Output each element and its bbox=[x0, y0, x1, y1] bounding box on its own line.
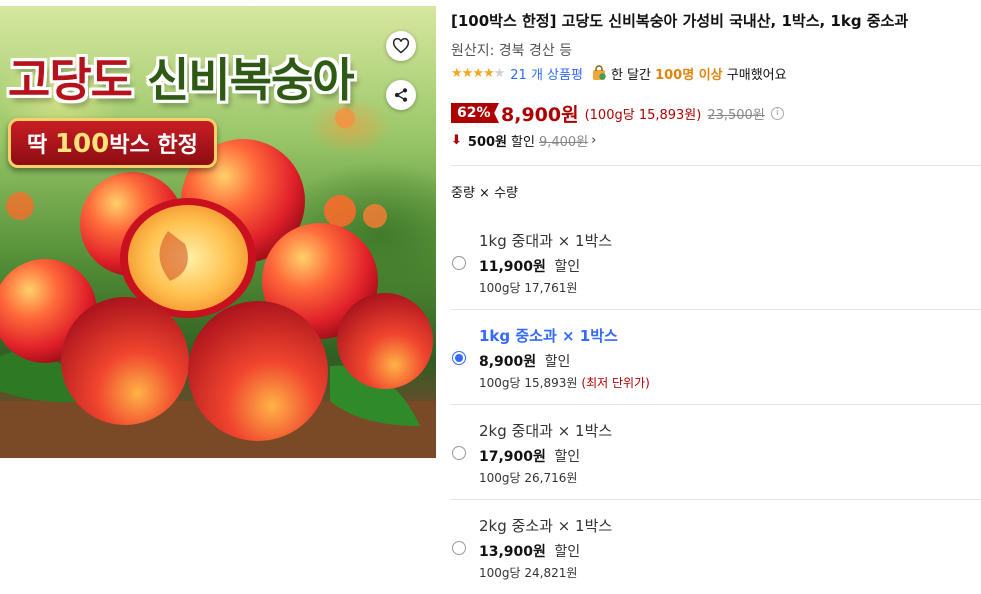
star-filled-icon: ★ bbox=[451, 65, 463, 81]
option-unit-price: 100g당 17,761원 bbox=[479, 281, 578, 295]
unit-price: (100g당 15,893원) bbox=[584, 107, 702, 123]
option-unit-price: 100g당 24,821원 bbox=[479, 566, 578, 580]
coupon-label: 할인 bbox=[511, 134, 535, 150]
star-rating: ★★★★★ bbox=[451, 65, 506, 81]
product-origin: 원산지: 경북 경산 등 bbox=[451, 43, 573, 59]
option-price-line: 8,900원 할인 bbox=[479, 351, 570, 371]
option-price-line: 17,900원 할인 bbox=[479, 446, 580, 466]
option-item-2[interactable]: 2kg 중대과 × 1박스 17,900원 할인 100g당 26,716원 bbox=[451, 406, 981, 500]
product-title: [100박스 한정] 고당도 신비복숭아 가성비 국내산, 1박스, 1kg 중… bbox=[451, 12, 909, 30]
sale-price: 8,900원 bbox=[501, 103, 579, 126]
option-price: 17,900원 bbox=[479, 449, 546, 465]
coupon-amount: 500원 bbox=[467, 134, 508, 150]
divider bbox=[451, 309, 981, 310]
option-price-line: 11,900원 할인 bbox=[479, 256, 580, 276]
star-empty-icon: ★ bbox=[493, 65, 506, 81]
option-item-3[interactable]: 2kg 중소과 × 1박스 13,900원 할인 100g당 24,821원 bbox=[451, 501, 981, 594]
share-icon bbox=[394, 88, 408, 102]
option-unit-price: 100g당 15,893원 (최저 단위가) bbox=[479, 376, 650, 390]
down-arrow-icon: ⬇ bbox=[451, 132, 462, 148]
image-limited-badge: 딱 100박스 한정 bbox=[8, 118, 217, 168]
image-headline: 고당도 신비복숭아 bbox=[8, 53, 355, 107]
option-unit-price: 100g당 26,716원 bbox=[479, 471, 578, 485]
option-radio-selected[interactable] bbox=[452, 351, 466, 365]
option-price-line: 13,900원 할인 bbox=[479, 541, 580, 561]
option-discount-label: 할인 bbox=[554, 544, 581, 560]
rating-row: ★★★★★ 21 개 상품평 한 달간 100명 이상 구매했어요 bbox=[451, 63, 787, 83]
share-button[interactable] bbox=[386, 80, 416, 110]
chevron-right-icon: › bbox=[591, 132, 597, 148]
review-count-link[interactable]: 21 개 상품평 bbox=[510, 64, 583, 83]
wishlist-button[interactable] bbox=[386, 31, 416, 61]
option-price: 11,900원 bbox=[479, 259, 546, 275]
option-name: 1kg 중대과 × 1박스 bbox=[479, 232, 613, 250]
divider bbox=[451, 499, 981, 500]
price-row: 62% 8,900원 (100g당 15,893원) 23,500원 i bbox=[451, 100, 784, 126]
coupon-discount-link[interactable]: ⬇ 500원 할인 9,400원 › bbox=[451, 130, 596, 150]
option-discount-label: 할인 bbox=[554, 259, 581, 275]
star-filled-icon: ★ bbox=[472, 65, 484, 81]
lowest-unit-price-label: (최저 단위가) bbox=[581, 376, 650, 390]
star-filled-icon: ★ bbox=[461, 65, 474, 81]
option-name: 2kg 중대과 × 1박스 bbox=[479, 422, 613, 440]
coupon-original-price: 9,400원 bbox=[538, 134, 589, 150]
option-name: 1kg 중소과 × 1박스 bbox=[479, 327, 618, 345]
discount-rate-badge: 62% bbox=[451, 103, 499, 123]
option-price: 13,900원 bbox=[479, 544, 546, 560]
option-discount-label: 할인 bbox=[554, 449, 581, 465]
divider bbox=[451, 404, 981, 405]
option-item-0[interactable]: 1kg 중대과 × 1박스 11,900원 할인 100g당 17,761원 bbox=[451, 216, 981, 310]
buyers-text: 한 달간 100명 이상 구매했어요 bbox=[610, 67, 787, 83]
option-discount-label: 할인 bbox=[544, 354, 571, 370]
product-image[interactable]: 고당도 신비복숭아 딱 100박스 한정 bbox=[0, 6, 436, 458]
original-price: 23,500원 bbox=[707, 107, 765, 123]
option-heading: 중량 × 수량 bbox=[451, 186, 518, 201]
price-info-icon[interactable]: i bbox=[770, 106, 784, 120]
option-item-1[interactable]: 1kg 중소과 × 1박스 8,900원 할인 100g당 15,893원 (최저… bbox=[451, 311, 981, 405]
option-price: 8,900원 bbox=[479, 354, 537, 370]
option-radio[interactable] bbox=[452, 541, 466, 555]
divider bbox=[451, 165, 981, 166]
option-radio[interactable] bbox=[452, 256, 466, 270]
star-filled-icon: ★ bbox=[482, 65, 495, 81]
option-radio[interactable] bbox=[452, 446, 466, 460]
shopping-bag-icon bbox=[592, 65, 606, 80]
option-name: 2kg 중소과 × 1박스 bbox=[479, 517, 613, 535]
heart-outline-icon bbox=[392, 38, 410, 54]
